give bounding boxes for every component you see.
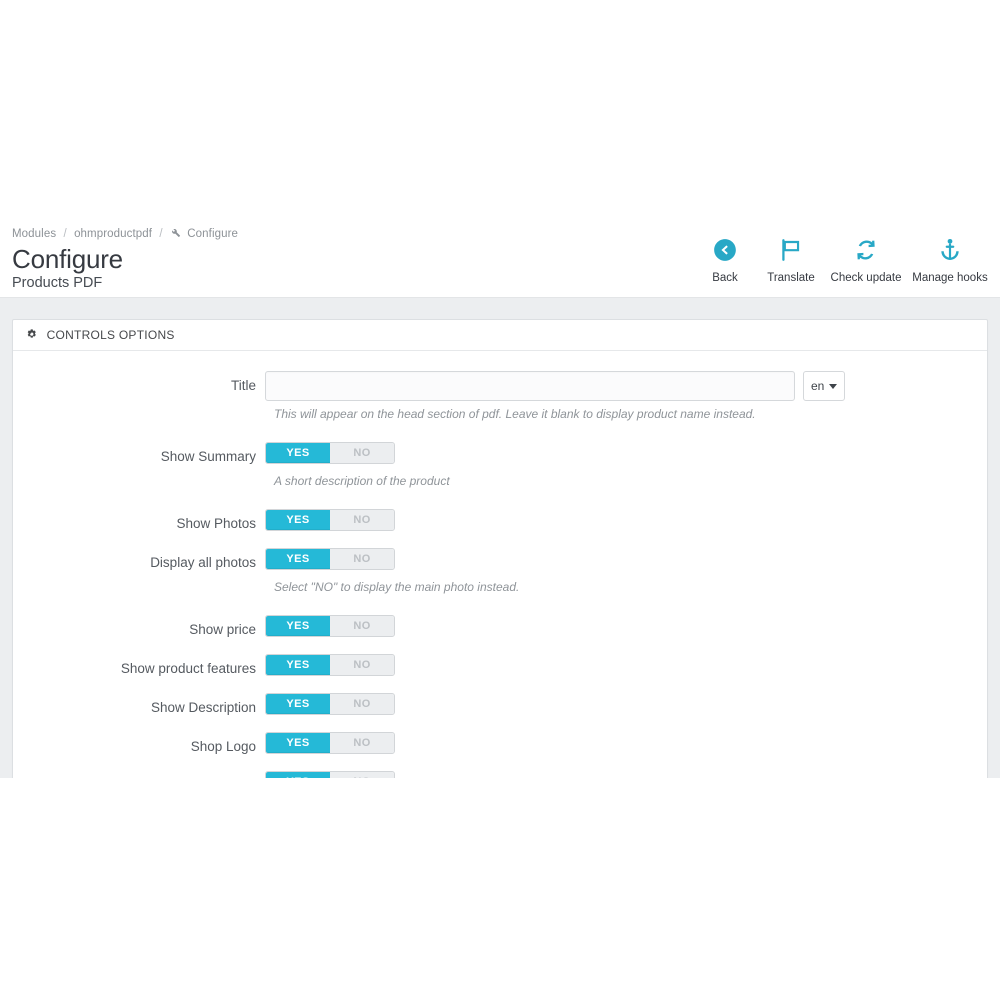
toggle-no-option[interactable]: NO (330, 694, 394, 714)
show-description-label: Show Description (150, 700, 256, 715)
display-all-photos-label: Display all photos (150, 555, 256, 570)
title-help-text: This will appear on the head section of … (274, 407, 756, 421)
shop-logo-toggle[interactable]: YES NO (265, 732, 395, 754)
form-row-show-product-features: Show product features YES NO (13, 654, 987, 680)
form-row-show-photos: Show Photos YES NO (13, 509, 987, 535)
show-description-toggle[interactable]: YES NO (265, 693, 395, 715)
wrench-icon (170, 227, 181, 241)
help-row-title: This will appear on the head section of … (13, 401, 987, 422)
breadcrumb-item-modules[interactable]: Modules (12, 228, 56, 240)
form-row-shop-logo: Shop Logo YES NO (13, 732, 987, 758)
show-summary-help-text: A short description of the product (274, 474, 450, 488)
display-all-photos-toggle[interactable]: YES NO (265, 548, 395, 570)
show-product-features-label: Show product features (120, 661, 256, 676)
language-dropdown-label: en (811, 379, 825, 393)
toolbar-translate-label: Translate (767, 272, 815, 284)
form-row-show-description: Show Description YES NO (13, 693, 987, 719)
toolbar-check-update-label: Check update (830, 272, 902, 284)
toolbar-manage-hooks-button[interactable]: Manage hooks (908, 237, 992, 284)
toggle-yes-option[interactable]: YES (266, 733, 330, 753)
toggle-no-option[interactable]: NO (330, 655, 394, 675)
cogs-icon (25, 322, 38, 353)
anchor-icon (908, 237, 992, 267)
form-row-display-all-photos: Display all photos YES NO (13, 548, 987, 574)
screenshot-canvas: Modules / ohmproductpdf / Configure Conf… (0, 0, 1000, 1000)
panel-header: CONTROLS OPTIONS (13, 320, 987, 351)
toggle-no-option[interactable]: NO (330, 772, 394, 778)
form-row-show-price: Show price YES NO (13, 615, 987, 641)
title-control: en (265, 371, 987, 401)
toggle-yes-option[interactable]: YES (266, 549, 330, 569)
toolbar-manage-hooks-label: Manage hooks (912, 272, 988, 284)
controls-options-panel: CONTROLS OPTIONS Title en This will appe… (12, 319, 988, 778)
title-label: Title (230, 378, 256, 393)
arrow-circle-left-icon (692, 237, 758, 267)
toolbar-back-label: Back (712, 272, 738, 284)
flag-icon (758, 237, 824, 267)
shop-logo-label: Shop Logo (190, 739, 256, 754)
toolbar-check-update-button[interactable]: Check update (824, 237, 908, 284)
page-toolbar: Back Translate Check update Manage hooks (692, 237, 992, 284)
toggle-yes-option[interactable]: YES (266, 655, 330, 675)
show-summary-toggle[interactable]: YES NO (265, 442, 395, 464)
toggle-yes-option[interactable]: YES (266, 616, 330, 636)
panel-title: CONTROLS OPTIONS (46, 328, 175, 342)
chevron-down-icon (829, 383, 838, 389)
toggle-no-option[interactable]: NO (330, 510, 394, 530)
toolbar-translate-button[interactable]: Translate (758, 237, 824, 284)
panel-wrapper: CONTROLS OPTIONS Title en This will appe… (0, 298, 1000, 778)
panel-body: Title en This will appear on the head se… (13, 351, 987, 778)
toggle-no-option[interactable]: NO (330, 616, 394, 636)
toggle-no-option[interactable]: NO (330, 549, 394, 569)
form-row-auto-download: Auto Download when clicked YES NO (13, 771, 987, 778)
toggle-yes-option[interactable]: YES (266, 694, 330, 714)
toggle-yes-option[interactable]: YES (266, 772, 330, 778)
show-summary-label: Show Summary (160, 449, 256, 464)
show-product-features-toggle[interactable]: YES NO (265, 654, 395, 676)
toolbar-back-button[interactable]: Back (692, 237, 758, 284)
page-header: Modules / ohmproductpdf / Configure Conf… (0, 225, 1000, 298)
display-all-photos-help-text: Select "NO" to display the main photo in… (274, 580, 520, 594)
auto-download-label: Auto Download when clicked (13, 771, 265, 778)
title-input[interactable] (265, 371, 795, 401)
browser-viewport: Modules / ohmproductpdf / Configure Conf… (0, 225, 1000, 778)
breadcrumb-item-current: Configure (187, 228, 239, 240)
form-row-show-summary: Show Summary YES NO (13, 442, 987, 468)
breadcrumb-separator: / (159, 228, 163, 240)
show-price-toggle[interactable]: YES NO (265, 615, 395, 637)
show-photos-toggle[interactable]: YES NO (265, 509, 395, 531)
show-photos-label: Show Photos (176, 516, 256, 531)
auto-download-toggle[interactable]: YES NO (265, 771, 395, 778)
toggle-yes-option[interactable]: YES (266, 510, 330, 530)
breadcrumb-item-module[interactable]: ohmproductpdf (74, 228, 152, 240)
toggle-no-option[interactable]: NO (330, 733, 394, 753)
language-dropdown-button[interactable]: en (803, 371, 846, 401)
refresh-icon (824, 237, 908, 267)
show-price-label: Show price (189, 622, 256, 637)
toggle-no-option[interactable]: NO (330, 443, 394, 463)
form-row-title: Title en (13, 371, 987, 401)
breadcrumb-separator: / (63, 228, 67, 240)
toggle-yes-option[interactable]: YES (266, 443, 330, 463)
